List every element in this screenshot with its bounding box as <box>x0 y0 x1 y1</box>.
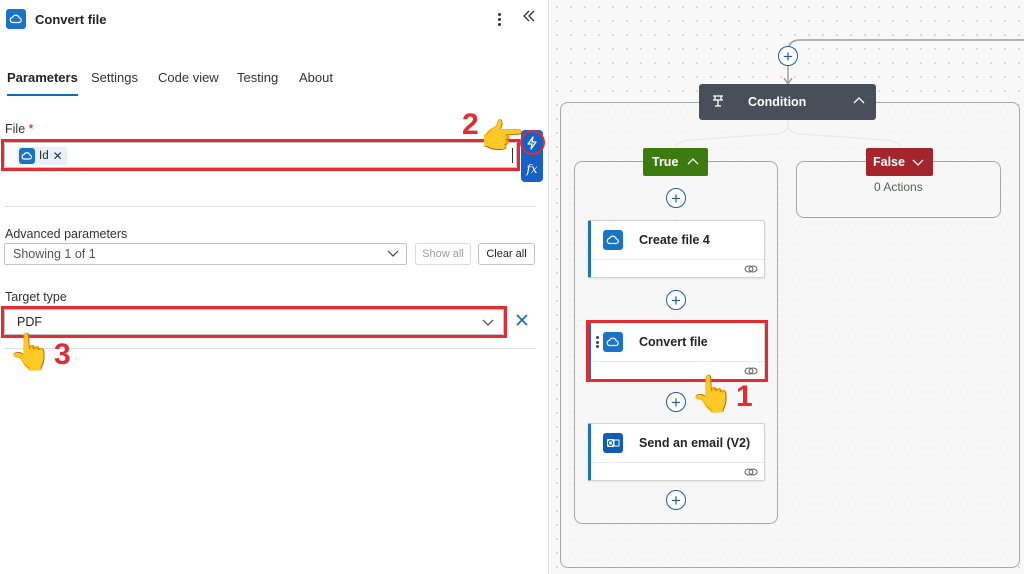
step-number-1: 1 <box>736 380 753 413</box>
flow-canvas[interactable]: + Condition True False 0 Actions + Creat… <box>550 0 1024 574</box>
step-number-3: 3 <box>54 338 71 371</box>
token-label: Id <box>39 150 49 162</box>
onedrive-icon <box>6 9 26 29</box>
file-label: File * <box>5 122 34 136</box>
condition-card[interactable]: Condition <box>699 84 876 120</box>
tab-settings[interactable]: Settings <box>91 70 138 85</box>
dynamic-content-token[interactable]: Id ✕ <box>17 147 67 165</box>
lightning-icon[interactable] <box>523 133 541 153</box>
true-branch-label: True <box>652 155 679 169</box>
outlook-icon <box>603 433 623 453</box>
action-title: Convert file <box>639 335 708 349</box>
advanced-parameters-label: Advanced parameters <box>5 227 128 241</box>
onedrive-icon <box>19 148 35 164</box>
expression-fx-button[interactable]: fx <box>523 159 541 179</box>
divider <box>4 206 536 207</box>
false-branch-action-count: 0 Actions <box>874 180 923 194</box>
pointing-hand-icon: 👆 <box>8 331 53 372</box>
condition-label: Condition <box>748 95 807 109</box>
collapse-panel-icon[interactable] <box>522 9 538 27</box>
drag-handle-icon[interactable] <box>596 336 599 348</box>
show-all-button[interactable]: Show all <box>415 243 471 265</box>
add-step-button[interactable]: + <box>666 188 686 208</box>
chevron-up-icon[interactable] <box>852 94 866 108</box>
card-divider <box>591 259 764 260</box>
card-divider <box>591 462 764 463</box>
false-branch-label: False <box>873 155 905 169</box>
action-card-send-email[interactable]: Send an email (V2) <box>588 423 765 481</box>
action-card-create-file[interactable]: Create file 4 <box>588 220 765 278</box>
action-title: Create file 4 <box>639 233 710 247</box>
link-icon <box>744 468 758 476</box>
step-number-2: 2 <box>462 108 479 141</box>
true-branch-pill[interactable]: True <box>643 148 708 176</box>
card-divider <box>591 361 764 362</box>
condition-icon <box>713 95 723 107</box>
target-type-select[interactable]: PDF <box>4 309 504 335</box>
panel-tabs: Parameters Settings Code view Testing Ab… <box>0 70 549 100</box>
chevron-down-icon <box>482 319 494 326</box>
panel-title: Convert file <box>35 12 107 27</box>
tab-code-view[interactable]: Code view <box>158 70 219 85</box>
onedrive-icon <box>603 332 623 352</box>
remove-token-icon[interactable]: ✕ <box>53 149 63 163</box>
tab-about[interactable]: About <box>299 70 333 85</box>
target-type-label: Target type <box>5 290 67 304</box>
required-marker: * <box>28 122 34 136</box>
chevron-down-icon <box>387 250 399 257</box>
link-icon <box>744 367 758 375</box>
onedrive-icon <box>603 230 623 250</box>
chevron-down-icon <box>912 159 924 166</box>
insert-content-toolbar: fx <box>521 130 543 182</box>
tab-testing[interactable]: Testing <box>237 70 278 85</box>
clear-all-button[interactable]: Clear all <box>478 243 535 265</box>
advanced-parameters-select[interactable]: Showing 1 of 1 <box>4 243 407 265</box>
clear-target-type-icon[interactable] <box>514 312 530 328</box>
add-step-button[interactable]: + <box>666 290 686 310</box>
add-step-button[interactable]: + <box>778 46 798 66</box>
add-step-button[interactable]: + <box>666 392 686 412</box>
add-step-button[interactable]: + <box>666 490 686 510</box>
pointing-hand-icon: 👆 <box>690 373 735 414</box>
tab-parameters[interactable]: Parameters <box>7 70 78 96</box>
action-card-convert-file[interactable]: Convert file <box>588 322 765 380</box>
divider <box>4 348 536 349</box>
action-title: Send an email (V2) <box>639 436 751 450</box>
link-icon <box>744 265 758 273</box>
action-details-panel: Convert file Parameters Settings Code vi… <box>0 0 549 574</box>
target-type-value: PDF <box>17 315 42 329</box>
more-options-button[interactable] <box>492 9 506 29</box>
chevron-up-icon <box>687 158 699 165</box>
file-input[interactable]: Id ✕ <box>4 142 517 168</box>
advanced-parameters-value: Showing 1 of 1 <box>13 247 96 261</box>
pointing-hand-icon: 👆 <box>482 113 524 159</box>
false-branch-pill[interactable]: False <box>866 148 933 176</box>
